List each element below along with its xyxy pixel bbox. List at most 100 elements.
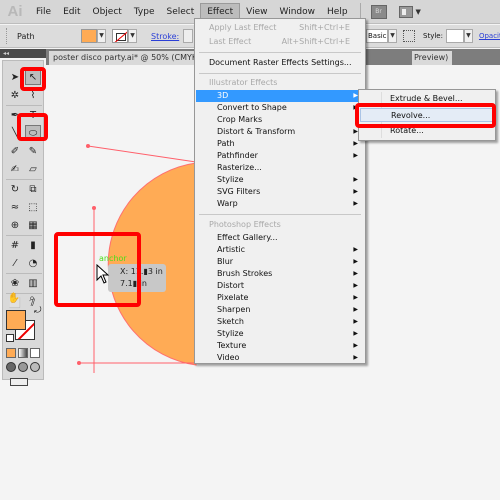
style-label: Style: xyxy=(423,32,443,40)
blob-brush-tool-icon[interactable]: ✍ xyxy=(7,161,23,177)
warp-tool-icon[interactable]: ≈ xyxy=(7,199,23,215)
menu-label: Crop Marks xyxy=(217,115,263,124)
chevron-down-icon[interactable]: ▼ xyxy=(416,8,421,16)
menu-label: Sharpen xyxy=(217,305,251,314)
brush-dropdown-icon[interactable]: ▼ xyxy=(388,29,397,43)
menu-separator xyxy=(199,214,361,215)
menu-last-effect[interactable]: Last Effect Alt+Shift+Ctrl+E xyxy=(196,36,364,48)
color-mode-icon[interactable] xyxy=(6,348,16,358)
highlight-revolve xyxy=(355,103,496,128)
menu-video[interactable]: Video ▶ xyxy=(196,352,364,364)
menu-stylize-illustrator[interactable]: Stylize ▶ xyxy=(196,174,364,186)
tools-divider xyxy=(6,105,42,106)
default-colors-icon[interactable] xyxy=(6,334,14,342)
align-grid-icon[interactable] xyxy=(403,30,415,42)
menu-texture[interactable]: Texture ▶ xyxy=(196,340,364,352)
menu-separator xyxy=(199,52,361,53)
document-tab-end[interactable]: Preview)× xyxy=(412,51,452,77)
bridge-button[interactable]: Br xyxy=(370,4,387,19)
menu-sharpen[interactable]: Sharpen ▶ xyxy=(196,304,364,316)
submenu-arrow-icon: ▶ xyxy=(353,354,358,361)
menu-pixelate[interactable]: Pixelate ▶ xyxy=(196,292,364,304)
menu-distort[interactable]: Distort ▶ xyxy=(196,280,364,292)
draw-normal-icon[interactable] xyxy=(6,362,16,372)
paintbrush-tool-icon[interactable]: ✐ xyxy=(7,143,23,159)
menu-effect-gallery[interactable]: Effect Gallery... xyxy=(196,232,364,244)
app-logo: Ai xyxy=(7,3,23,20)
menu-warp[interactable]: Warp ▶ xyxy=(196,198,364,210)
free-transform-tool-icon[interactable]: ⬚ xyxy=(25,199,41,215)
menu-label: Video xyxy=(217,353,240,362)
menu-brush-strokes[interactable]: Brush Strokes ▶ xyxy=(196,268,364,280)
apply-last-effect-shortcut: Shift+Ctrl+E xyxy=(299,23,350,32)
menu-apply-last-effect[interactable]: Apply Last Effect Shift+Ctrl+E xyxy=(196,22,364,34)
fill-swatch[interactable] xyxy=(81,29,97,43)
draw-inside-icon[interactable] xyxy=(30,362,40,372)
menu-3d[interactable]: 3D ▶ xyxy=(196,90,364,102)
stroke-weight-stepper[interactable] xyxy=(183,29,194,43)
stroke-dropdown-icon[interactable]: ▼ xyxy=(128,29,137,43)
swap-fill-stroke-icon[interactable]: ⤾ xyxy=(34,306,42,316)
menu-crop-marks[interactable]: Crop Marks xyxy=(196,114,364,126)
symbol-sprayer-tool-icon[interactable]: ❀ xyxy=(7,275,23,291)
photoshop-effects-header: Photoshop Effects xyxy=(209,220,281,229)
menu-label: Stylize xyxy=(217,329,244,338)
submenu-arrow-icon: ▶ xyxy=(353,246,358,253)
hand-tool-icon[interactable]: ✋ xyxy=(6,290,22,306)
menu-label: Texture xyxy=(217,341,247,350)
menu-pathfinder[interactable]: Pathfinder ▶ xyxy=(196,150,364,162)
menu-sketch[interactable]: Sketch ▶ xyxy=(196,316,364,328)
screen-mode-icon[interactable] xyxy=(10,378,28,386)
fill-color-box[interactable] xyxy=(6,310,26,330)
brush-definition-field[interactable]: Basic xyxy=(366,29,388,43)
perspective-grid-tool-icon[interactable]: ▦ xyxy=(25,217,41,233)
stroke-swatch[interactable] xyxy=(112,29,128,43)
grip-handle[interactable] xyxy=(6,28,9,44)
menu-stylize-photoshop[interactable]: Stylize ▶ xyxy=(196,328,364,340)
gradient-tool-icon[interactable]: ▮ xyxy=(25,237,41,253)
menu-svg-filters[interactable]: SVG Filters ▶ xyxy=(196,186,364,198)
menu-distort-transform[interactable]: Distort & Transform ▶ xyxy=(196,126,364,138)
style-dropdown-icon[interactable]: ▼ xyxy=(463,29,473,43)
blend-tool-icon[interactable]: ◔ xyxy=(25,255,41,271)
shape-builder-tool-icon[interactable]: ⊕ xyxy=(7,217,23,233)
scale-tool-icon[interactable]: ⧉ xyxy=(25,181,41,197)
menu-document-raster-effects[interactable]: Document Raster Effects Settings... xyxy=(196,57,364,69)
last-effect-shortcut: Alt+Shift+Ctrl+E xyxy=(281,37,350,46)
pencil-tool-icon[interactable]: ✎ xyxy=(25,143,41,159)
menu-convert-to-shape[interactable]: Convert to Shape ▶ xyxy=(196,102,364,114)
menu-label: Pixelate xyxy=(217,293,249,302)
eyedropper-tool-icon[interactable]: ⁄ xyxy=(7,255,23,271)
stroke-link[interactable]: Stroke: xyxy=(151,32,179,41)
eraser-tool-icon[interactable]: ▱ xyxy=(25,161,41,177)
menu-label: Pathfinder xyxy=(217,151,258,160)
menu-edit[interactable]: Edit xyxy=(57,4,86,20)
menu-rasterize[interactable]: Rasterize... xyxy=(196,162,364,174)
gradient-mode-icon[interactable] xyxy=(18,348,28,358)
style-swatch[interactable] xyxy=(445,29,464,43)
menu-file[interactable]: File xyxy=(30,4,57,20)
none-mode-icon[interactable] xyxy=(30,348,40,358)
tools-panel-header[interactable]: ◂◂ xyxy=(0,49,46,58)
menu-label: Path xyxy=(217,139,235,148)
menu-artistic[interactable]: Artistic ▶ xyxy=(196,244,364,256)
menu-label: Stylize xyxy=(217,175,244,184)
arrange-documents-icon[interactable] xyxy=(398,5,413,18)
rotate-tool-icon[interactable]: ↻ xyxy=(7,181,23,197)
menu-label: Artistic xyxy=(217,245,246,254)
menu-blur[interactable]: Blur ▶ xyxy=(196,256,364,268)
illustrator-window: Ai File Edit Object Type Select Effect V… xyxy=(0,0,500,500)
menu-type[interactable]: Type xyxy=(128,4,161,20)
zoom-tool-icon[interactable]: ⌕ xyxy=(24,290,40,306)
menu-object[interactable]: Object xyxy=(87,4,128,20)
illustrator-effects-header: Illustrator Effects xyxy=(209,78,278,87)
draw-behind-icon[interactable] xyxy=(18,362,28,372)
opacity-link[interactable]: Opacity: xyxy=(479,32,500,40)
document-tab[interactable]: poster disco party.ai* @ 50% (CMYK xyxy=(49,51,195,65)
mesh-tool-icon[interactable]: # xyxy=(7,237,23,253)
column-graph-tool-icon[interactable]: ▥ xyxy=(25,275,41,291)
selection-type-label: Path xyxy=(17,31,35,41)
fill-dropdown-icon[interactable]: ▼ xyxy=(97,29,106,43)
menu-path[interactable]: Path ▶ xyxy=(196,138,364,150)
top-handle-point xyxy=(86,144,90,148)
